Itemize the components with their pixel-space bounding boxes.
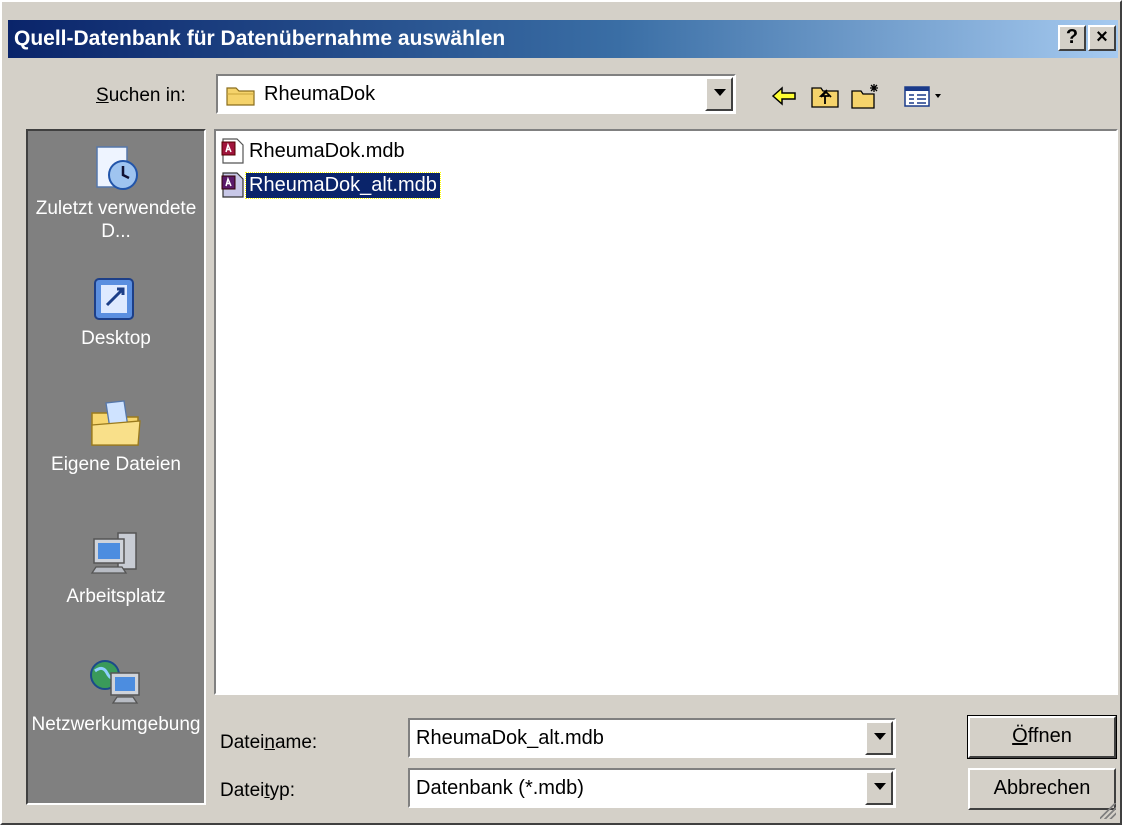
file-list[interactable]: RheumaDok.mdb RheumaDok_alt.mdb	[214, 129, 1118, 695]
recent-documents-icon	[96, 146, 138, 190]
desktop-icon	[94, 278, 134, 320]
file-name: RheumaDok.mdb	[249, 139, 405, 162]
place-desktop-label: Desktop	[81, 328, 151, 349]
file-item-selected[interactable]: RheumaDok_alt.mdb	[220, 171, 441, 199]
back-arrow-icon[interactable]	[770, 82, 798, 110]
filetype-combobox[interactable]: Datenbank (*.mdb)	[408, 768, 896, 808]
file-open-dialog: Quell-Datenbank für Datenübernahme auswä…	[0, 0, 1122, 825]
new-folder-icon[interactable]	[850, 82, 882, 110]
place-recent-label: Zuletzt verwendete D...	[35, 198, 197, 242]
places-bar: Zuletzt verwendete D... Desktop Eigene D…	[26, 129, 206, 805]
file-name: RheumaDok_alt.mdb	[245, 171, 441, 199]
place-my-documents-label: Eigene Dateien	[51, 454, 181, 475]
place-desktop[interactable]: Desktop	[28, 271, 204, 350]
place-recent[interactable]: Zuletzt verwendete D...	[28, 141, 204, 243]
look-in-combobox[interactable]: RheumaDok	[216, 74, 736, 114]
look-in-label: Suchen in:	[96, 85, 186, 106]
my-computer-icon	[90, 532, 137, 574]
place-my-computer[interactable]: Arbeitsplatz	[28, 527, 204, 608]
access-database-icon	[221, 138, 244, 164]
filename-label: Dateiname:	[220, 732, 318, 753]
filename-combobox[interactable]: RheumaDok_alt.mdb	[408, 718, 896, 758]
file-item[interactable]: RheumaDok.mdb	[220, 137, 408, 165]
my-documents-icon	[91, 400, 141, 446]
dialog-title: Quell-Datenbank für Datenübernahme auswä…	[14, 27, 506, 50]
filetype-dropdown-button[interactable]	[865, 771, 893, 805]
filename-value: RheumaDok_alt.mdb	[416, 727, 604, 749]
filename-dropdown-button[interactable]	[865, 721, 893, 755]
close-button[interactable]: ×	[1088, 25, 1116, 51]
place-my-computer-label: Arbeitsplatz	[66, 586, 166, 607]
look-in-dropdown-button[interactable]	[705, 77, 733, 111]
resize-grip[interactable]	[1100, 803, 1116, 819]
access-database-icon	[221, 172, 244, 198]
open-button[interactable]: Öffnen	[967, 715, 1117, 759]
place-my-documents[interactable]: Eigene Dateien	[28, 397, 204, 476]
place-network[interactable]: Netzwerkumgebung	[28, 655, 204, 736]
folder-icon	[226, 87, 255, 106]
up-folder-icon[interactable]	[810, 82, 840, 110]
place-network-label: Netzwerkumgebung	[31, 714, 201, 735]
network-icon	[90, 660, 140, 704]
title-bar[interactable]: Quell-Datenbank für Datenübernahme auswä…	[8, 20, 1118, 58]
view-menu-icon[interactable]	[902, 82, 946, 110]
cancel-button[interactable]: Abbrechen	[968, 768, 1116, 810]
filetype-label: Dateityp:	[220, 780, 295, 801]
look-in-value: RheumaDok	[264, 83, 376, 105]
help-button[interactable]: ?	[1058, 25, 1086, 51]
filetype-value: Datenbank (*.mdb)	[416, 777, 584, 799]
